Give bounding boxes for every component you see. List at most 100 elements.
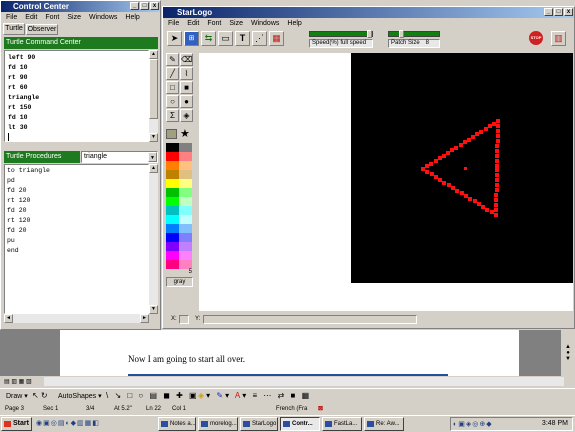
palette-swatch[interactable] — [179, 143, 192, 152]
palette-swatch[interactable] — [179, 215, 192, 224]
minimize-icon[interactable]: _ — [544, 8, 553, 16]
monitor-button-icon[interactable]: ▭ — [218, 31, 233, 46]
scroll-thumb[interactable] — [149, 59, 158, 119]
slider-button-icon[interactable]: ⇆ — [201, 31, 216, 46]
eraser-icon[interactable]: ⌫ — [180, 53, 193, 66]
task-fastla[interactable]: FastLa... — [322, 417, 362, 431]
procedure-select[interactable]: triangle ▼ — [81, 151, 158, 163]
stop-button[interactable]: STOP — [529, 31, 543, 45]
fill-bucket-icon[interactable]: ◈ — [180, 109, 193, 122]
command-center-editor[interactable]: left 90 fd 10 rt 90 rt 60 triangle rt 150 fd 1… — [4, 50, 149, 142]
palette-swatch[interactable] — [179, 260, 192, 269]
rectangle-icon[interactable]: □ — [166, 81, 179, 94]
scroll-up-icon[interactable]: ▲ — [149, 164, 158, 173]
close-icon[interactable]: x — [150, 2, 159, 10]
text-button-icon[interactable]: T — [235, 31, 250, 46]
palette-swatch[interactable] — [166, 161, 179, 170]
star-icon[interactable]: ★ — [180, 127, 190, 140]
scroll-down-icon[interactable]: ▼ — [149, 305, 158, 314]
palette-swatch[interactable] — [166, 260, 179, 269]
autoshapes-menu[interactable]: AutoShapes ▾ — [58, 392, 102, 400]
control-center-titlebar[interactable]: Control Center _ □ x — [1, 1, 160, 12]
palette-swatch[interactable] — [166, 143, 179, 152]
quick-launch-icons[interactable]: ◉▣◎▤◐◆▥▦◧ — [36, 419, 100, 427]
palette-swatch[interactable] — [166, 206, 179, 215]
chevron-down-icon[interactable]: ▼ — [148, 152, 157, 162]
procedures-hscrollbar[interactable]: ◄ ► — [4, 314, 149, 323]
palette-swatch[interactable] — [179, 242, 192, 251]
palette-swatch[interactable] — [166, 152, 179, 161]
filled-ellipse-icon[interactable]: ● — [180, 95, 193, 108]
palette-swatch[interactable] — [166, 197, 179, 206]
procedures-scrollbar[interactable]: ▲ ▼ — [149, 164, 158, 314]
palette-swatch[interactable] — [179, 206, 192, 215]
palette-swatch[interactable] — [166, 242, 179, 251]
ellipse-icon[interactable]: ○ — [166, 95, 179, 108]
color-tools-icon[interactable]: ◈▾ ✎▾ A▾ ≡ ⋯ ⇄ ■ ▦ — [198, 391, 311, 400]
word-vscrollbar[interactable]: ▲ ● ▼ — [561, 330, 575, 376]
select-objects-icon[interactable]: ↖ ↻ — [32, 391, 48, 400]
palette-swatch[interactable] — [179, 197, 192, 206]
draw-menu[interactable]: Draw ▾ — [6, 392, 28, 400]
tab-turtle[interactable]: Turtle — [3, 23, 25, 35]
palette-swatch[interactable] — [179, 170, 192, 179]
scroll-down-icon[interactable]: ▼ — [149, 133, 158, 142]
menu-font[interactable]: Font — [207, 20, 221, 27]
view-buttons-icon[interactable]: ▤ ▥ ▦ ▧ — [4, 378, 32, 385]
current-color-swatch[interactable] — [166, 129, 177, 139]
menu-help[interactable]: Help — [125, 14, 139, 21]
close-icon[interactable]: x — [564, 8, 573, 16]
palette-swatch[interactable] — [166, 215, 179, 224]
maximize-icon[interactable]: □ — [140, 2, 149, 10]
task-control-center[interactable]: Contr... — [280, 417, 320, 431]
menu-size[interactable]: Size — [229, 20, 243, 27]
word-hscrollbar[interactable]: ▤ ▥ ▦ ▧ — [0, 376, 575, 388]
pencil-icon[interactable]: ✎ — [166, 53, 179, 66]
menu-edit[interactable]: Edit — [25, 14, 37, 21]
turtle-button-icon[interactable]: ⊞ — [184, 31, 199, 46]
filled-rectangle-icon[interactable]: ■ — [180, 81, 193, 94]
menu-font[interactable]: Font — [45, 14, 59, 21]
pointer-tool-icon[interactable]: ➤ — [167, 31, 182, 46]
menu-windows[interactable]: Windows — [89, 14, 117, 21]
task-notes[interactable]: Notes a... — [158, 417, 196, 431]
panel-toggle-icon[interactable]: ▥ — [551, 31, 566, 46]
spelling-status-icon[interactable]: ⊠ — [318, 404, 323, 414]
procedures-editor[interactable]: to triangle pd fd 20 rt 120 fd 20 rt 120 fd 20… — [4, 164, 149, 314]
patch-size-slider[interactable] — [388, 30, 440, 38]
palette-swatch[interactable] — [179, 179, 192, 188]
hscroll-track[interactable] — [44, 377, 564, 386]
palette-swatch[interactable] — [166, 179, 179, 188]
menu-windows[interactable]: Windows — [251, 20, 279, 27]
scroll-left-icon[interactable]: ◄ — [4, 314, 13, 323]
task-starlogo[interactable]: StarLogo — [240, 417, 278, 431]
palette-swatch[interactable] — [179, 224, 192, 233]
palette-swatch[interactable] — [166, 188, 179, 197]
interface-area[interactable] — [199, 53, 573, 311]
eyedropper-icon[interactable]: ⌇ — [180, 67, 193, 80]
tab-observer[interactable]: Observer — [26, 24, 58, 35]
patch-slider-thumb[interactable] — [399, 30, 404, 38]
minimize-icon[interactable]: _ — [130, 2, 139, 10]
palette-swatch[interactable] — [166, 233, 179, 242]
tray-icons[interactable]: ◐▣◈◎⊕◆ — [453, 420, 493, 428]
palette-swatch[interactable] — [166, 251, 179, 260]
palette-swatch[interactable] — [179, 233, 192, 242]
palette-swatch[interactable] — [166, 224, 179, 233]
sigma-icon[interactable]: Σ — [166, 109, 179, 122]
palette-swatch[interactable] — [179, 152, 192, 161]
palette-button-icon[interactable]: ▦ — [269, 31, 284, 46]
scroll-right-icon[interactable]: ► — [140, 314, 149, 323]
palette-swatch[interactable] — [179, 161, 192, 170]
palette-swatch[interactable] — [179, 188, 192, 197]
shape-tools-icon[interactable]: \ ↘ □ ○ ▤ ◼ ✚ ▣ — [106, 391, 199, 400]
menu-edit[interactable]: Edit — [187, 20, 199, 27]
command-scrollbar[interactable]: ▲ ▼ — [149, 50, 158, 142]
scroll-up-icon[interactable]: ▲ — [149, 50, 158, 59]
palette-swatch[interactable] — [166, 170, 179, 179]
speed-slider[interactable] — [309, 30, 373, 38]
task-re-aw[interactable]: Re: Aw... — [364, 417, 404, 431]
start-button[interactable]: Start — [1, 417, 32, 431]
starlogo-titlebar[interactable]: StarLogo _ □ x — [163, 7, 574, 18]
line-icon[interactable]: ╱ — [166, 67, 179, 80]
